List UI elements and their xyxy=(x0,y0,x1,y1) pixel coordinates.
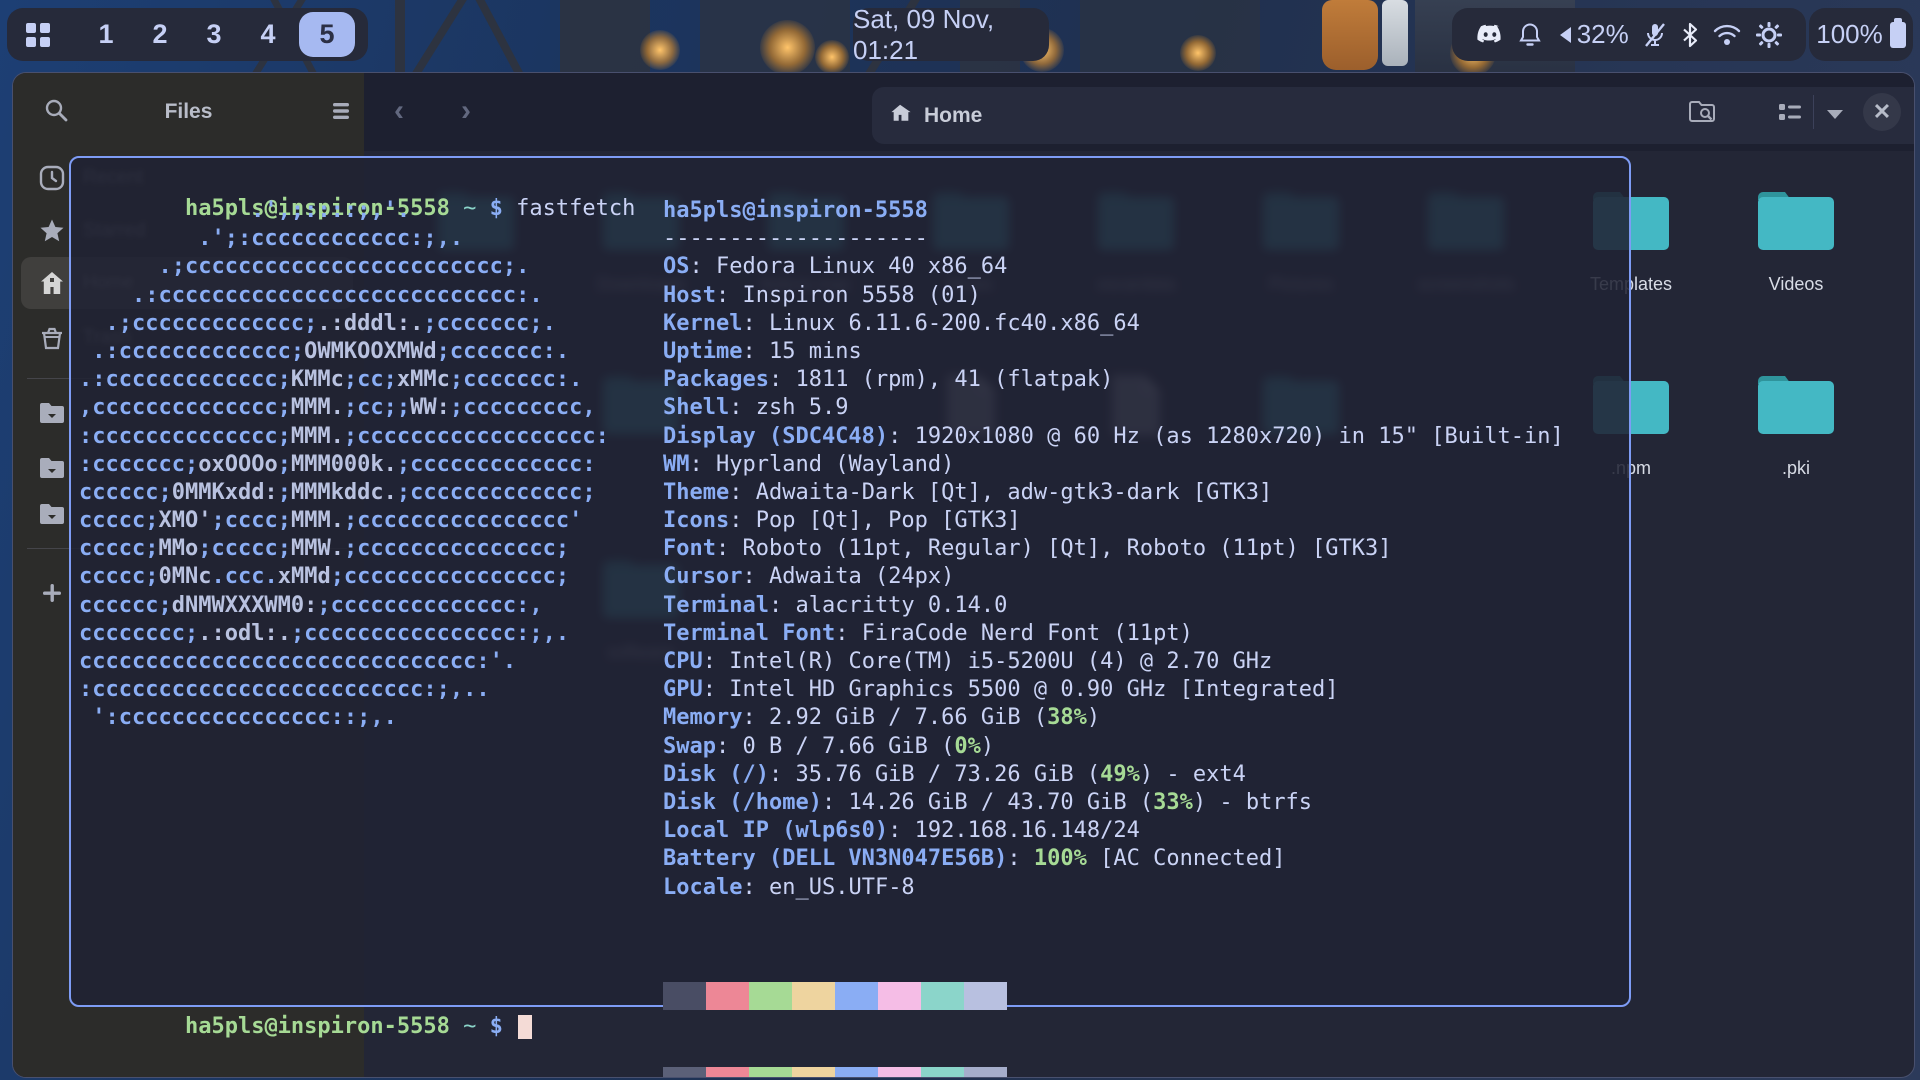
fastfetch-entry: Packages: 1811 (rpm), 41 (flatpak) xyxy=(663,366,1564,394)
volume-percent: 32% xyxy=(1577,19,1629,50)
fastfetch-entry: Theme: Adwaita-Dark [Qt], adw-gtk3-dark … xyxy=(663,479,1564,507)
sidebar-header: Files xyxy=(13,73,364,151)
terminal-window[interactable]: ha5pls@inspiron-5558 ~ $ fastfetch .',;:… xyxy=(69,156,1631,1007)
workspace-2[interactable]: 2 xyxy=(133,19,187,50)
palette-swatch xyxy=(921,982,964,1010)
fastfetch-entry: Locale: en_US.UTF-8 xyxy=(663,874,1564,902)
fastfetch-title: ha5pls@inspiron-5558 xyxy=(663,197,1564,225)
fastfetch-entry: Shell: zsh 5.9 xyxy=(663,394,1564,422)
terminal-prompt-line: ha5pls@inspiron-5558 ~ $ xyxy=(79,985,532,1070)
palette-swatch xyxy=(921,1067,964,1078)
divider xyxy=(1813,95,1814,129)
fastfetch-entry: Kernel: Linux 6.11.6-200.fc40.x86_64 xyxy=(663,310,1564,338)
palette-swatch xyxy=(835,1067,878,1078)
app-grid-icon[interactable] xyxy=(25,22,51,48)
files-window: Files RecentStarredHomeTrash ‹ › Home ⋮ xyxy=(12,72,1915,1078)
battery-percent: 100% xyxy=(1816,19,1883,50)
bell-icon[interactable] xyxy=(1518,22,1542,48)
workspace-5[interactable]: 5 xyxy=(299,12,355,57)
bluetooth-icon[interactable] xyxy=(1681,22,1699,48)
gear-icon[interactable] xyxy=(1756,22,1782,48)
system-tray: 32% xyxy=(1452,8,1806,61)
chevron-down-icon[interactable] xyxy=(1823,107,1847,126)
palette-swatch xyxy=(792,1067,835,1078)
palette-swatch xyxy=(964,1067,1007,1078)
clock[interactable]: Sat, 09 Nov, 01:21 xyxy=(853,8,1049,61)
fastfetch-entry: Terminal Font: FiraCode Nerd Font (11pt) xyxy=(663,620,1564,648)
fastfetch-entry: Swap: 0 B / 7.66 GiB (0%) xyxy=(663,733,1564,761)
desktop: 12345 Sat, 09 Nov, 01:21 32% 100% xyxy=(0,0,1920,1080)
fastfetch-entry: GPU: Intel HD Graphics 5500 @ 0.90 GHz [… xyxy=(663,676,1564,704)
palette-swatch xyxy=(749,1067,792,1078)
palette-swatch xyxy=(792,982,835,1010)
folder-search-icon[interactable] xyxy=(1688,99,1716,128)
close-icon[interactable]: ✕ xyxy=(1863,93,1901,131)
folder-item[interactable]: .pki xyxy=(1716,371,1876,479)
palette-swatch xyxy=(749,982,792,1010)
terminal-color-palette xyxy=(663,926,1007,1078)
hamburger-menu-icon[interactable] xyxy=(329,99,353,128)
file-label: .pki xyxy=(1782,458,1810,479)
topbar-workspaces: 12345 xyxy=(7,8,368,61)
sidebar-title: Files xyxy=(13,100,364,124)
fastfetch-entry: Local IP (wlp6s0): 192.168.16.148/24 xyxy=(663,817,1564,845)
workspace-4[interactable]: 4 xyxy=(241,19,295,50)
fastfetch-entry: Font: Roboto (11pt, Regular) [Qt], Robot… xyxy=(663,535,1564,563)
folder-icon xyxy=(1755,187,1837,258)
back-button[interactable]: ‹ xyxy=(394,95,404,127)
fastfetch-entry: Disk (/home): 14.26 GiB / 43.70 GiB (33%… xyxy=(663,789,1564,817)
workspace-1[interactable]: 1 xyxy=(79,19,133,50)
fastfetch-entry: Uptime: 15 mins xyxy=(663,338,1564,366)
battery-icon xyxy=(1890,22,1906,48)
battery-indicator[interactable]: 100% xyxy=(1809,8,1913,61)
palette-swatch xyxy=(663,982,706,1010)
palette-swatch xyxy=(964,982,1007,1010)
wallpaper-shuttle xyxy=(1322,0,1378,70)
volume-indicator[interactable]: 32% xyxy=(1557,19,1629,50)
fastfetch-entry: Host: Inspiron 5558 (01) xyxy=(663,282,1564,310)
fastfetch-entry: CPU: Intel(R) Core(TM) i5-5200U (4) @ 2.… xyxy=(663,648,1564,676)
palette-swatch xyxy=(878,1067,921,1078)
fastfetch-entry: Battery (DELL VN3N047E56B): 100% [AC Con… xyxy=(663,845,1564,873)
forward-button[interactable]: › xyxy=(461,95,471,127)
fastfetch-entry: OS: Fedora Linux 40 x86_64 xyxy=(663,253,1564,281)
palette-swatch xyxy=(663,1067,706,1078)
terminal-cursor xyxy=(518,1015,532,1039)
breadcrumb[interactable]: Home ⋮ xyxy=(872,87,1915,144)
fedora-ascii-logo: .',;::::;,'. .';:cccccccccccc:;,. .;cccc… xyxy=(79,197,609,733)
fastfetch-entry: Terminal: alacritty 0.14.0 xyxy=(663,592,1564,620)
file-label: Videos xyxy=(1769,274,1824,295)
wifi-icon[interactable] xyxy=(1713,24,1741,46)
fastfetch-entry: Display (SDC4C48): 1920x1080 @ 60 Hz (as… xyxy=(663,423,1564,451)
palette-swatch xyxy=(878,982,921,1010)
folder-icon xyxy=(1755,371,1837,442)
home-icon xyxy=(890,102,912,129)
palette-swatch xyxy=(706,1067,749,1078)
fastfetch-entry: Memory: 2.92 GiB / 7.66 GiB (38%) xyxy=(663,704,1564,732)
discord-icon[interactable] xyxy=(1476,24,1504,46)
mic-muted-icon[interactable] xyxy=(1643,22,1667,48)
list-view-icon[interactable] xyxy=(1777,101,1803,128)
clock-label: Sat, 09 Nov, 01:21 xyxy=(853,4,1049,66)
fastfetch-entry: Icons: Pop [Qt], Pop [GTK3] xyxy=(663,507,1564,535)
palette-swatch xyxy=(835,982,878,1010)
fastfetch-entry: Cursor: Adwaita (24px) xyxy=(663,563,1564,591)
breadcrumb-label: Home xyxy=(924,104,982,128)
fastfetch-entry: WM: Hyprland (Wayland) xyxy=(663,451,1564,479)
fastfetch-entry: Disk (/): 35.76 GiB / 73.26 GiB (49%) - … xyxy=(663,761,1564,789)
files-headerbar: ‹ › Home ⋮ ✕ xyxy=(364,73,1914,151)
fastfetch-info: ha5pls@inspiron-5558--------------------… xyxy=(663,197,1564,902)
workspace-3[interactable]: 3 xyxy=(187,19,241,50)
palette-swatch xyxy=(706,982,749,1010)
folder-item[interactable]: Videos xyxy=(1716,187,1876,295)
